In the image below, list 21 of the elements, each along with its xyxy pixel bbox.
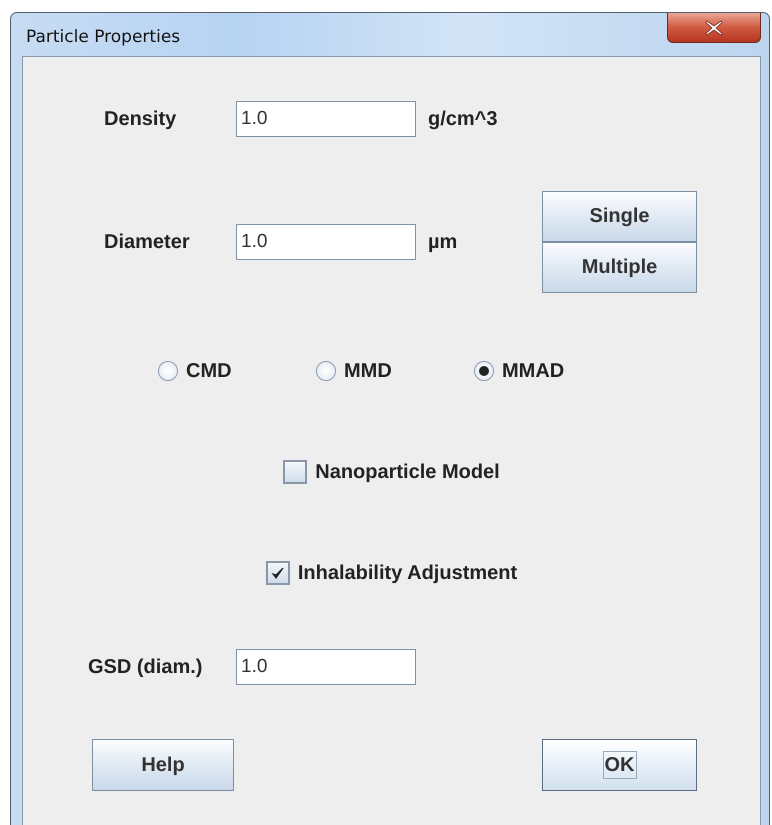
window-title: Particle Properties — [25, 26, 180, 46]
close-button[interactable] — [667, 13, 761, 43]
gsd-label: GSD (diam.) — [88, 656, 204, 678]
diameter-field[interactable]: 1.0 — [236, 224, 416, 260]
diameter-label: Diameter — [104, 230, 191, 254]
radio-option[interactable]: MMAD — [474, 360, 632, 382]
gsd-field[interactable]: 1.0 — [236, 649, 416, 685]
close-icon — [705, 20, 723, 36]
checkmark-icon — [270, 566, 285, 580]
diameter-unit: µm — [428, 230, 458, 254]
mode-button[interactable]: Multiple — [542, 242, 697, 293]
dialog-button[interactable]: Help — [92, 739, 234, 791]
density-unit: g/cm^3 — [428, 108, 498, 130]
checkbox-option[interactable]: Inhalability Adjustment — [266, 561, 518, 585]
radio-option[interactable]: MMD — [316, 360, 474, 382]
mode-button[interactable]: Single — [542, 191, 697, 242]
checkbox-option[interactable]: Nanoparticle Model — [283, 460, 500, 484]
density-field[interactable]: 1.0 — [236, 101, 416, 137]
radio-option[interactable]: CMD — [158, 360, 316, 382]
density-label: Density — [104, 108, 178, 130]
dialog-button[interactable]: OK — [542, 739, 697, 791]
